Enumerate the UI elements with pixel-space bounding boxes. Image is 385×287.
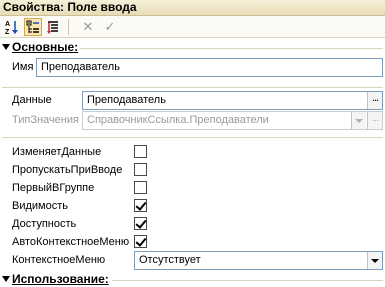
value-type-value: СправочникСсылка.Преподаватели (87, 114, 269, 126)
flag-label-enabled: Доступность (12, 218, 77, 230)
flag-label-changes-data: ИзменяетДанные (12, 146, 102, 158)
value-type-label: ТипЗначения (12, 114, 79, 126)
data-select-button[interactable]: ... (367, 92, 382, 109)
checkbox-changes-data[interactable] (134, 145, 147, 158)
group-divider (112, 280, 383, 281)
name-field-value: Преподаватель (41, 61, 120, 73)
value-type-dropdown-button (351, 112, 366, 129)
group-header-usage[interactable]: Использование: (2, 273, 109, 286)
value-type-select-button: ... (367, 112, 382, 129)
svg-text:Z: Z (5, 29, 10, 35)
section-divider (2, 137, 383, 138)
data-label: Данные (12, 94, 52, 106)
group-label: Использование: (12, 272, 109, 286)
apply-icon[interactable]: ✓ (101, 18, 119, 36)
checkbox-visibility[interactable] (134, 199, 147, 212)
checkbox-auto-context-menu[interactable] (134, 235, 147, 248)
data-field-value: Преподаватель (87, 94, 166, 106)
categorized-view-icon[interactable] (24, 18, 42, 36)
section-divider (2, 87, 383, 88)
checkbox-enabled[interactable] (134, 217, 147, 230)
checkbox-skip-on-input[interactable] (134, 163, 147, 176)
checkbox-first-in-group[interactable] (134, 181, 147, 194)
collapse-triangle-icon (2, 44, 10, 50)
collapse-triangle-icon (2, 276, 10, 282)
sort-alphabetical-icon[interactable]: A Z (3, 18, 21, 36)
context-menu-value: Отсутствует (139, 254, 201, 266)
cancel-icon[interactable]: ✕ (79, 18, 97, 36)
name-field[interactable]: Преподаватель (36, 58, 383, 77)
data-field[interactable]: Преподаватель ... (82, 91, 383, 110)
group-label: Основные: (12, 40, 79, 54)
context-menu-label: КонтекстноеМеню (12, 254, 106, 266)
toolbar-separator (68, 19, 69, 35)
flag-label-auto-context-menu: АвтоКонтекстноеМеню (12, 236, 130, 248)
window-title: Свойства: Поле ввода (0, 0, 385, 16)
flag-label-skip-on-input: ПропускатьПриВводе (12, 164, 123, 176)
filter-icon[interactable] (45, 18, 63, 36)
svg-text:A: A (5, 21, 10, 28)
context-menu-dropdown-button[interactable] (367, 252, 382, 269)
flag-label-visibility: Видимость (12, 200, 68, 212)
toolbar: A Z ✕ ✓ (0, 16, 385, 38)
context-menu-select[interactable]: Отсутствует (134, 251, 383, 270)
group-divider (80, 48, 383, 49)
value-type-field: СправочникСсылка.Преподаватели ... (82, 111, 383, 130)
name-label: Имя (12, 61, 34, 73)
properties-panel: Основные: Имя Преподаватель Данные Препо… (0, 39, 385, 287)
group-header-main[interactable]: Основные: (2, 41, 78, 54)
flag-label-first-in-group: ПервыйВГруппе (12, 182, 95, 194)
